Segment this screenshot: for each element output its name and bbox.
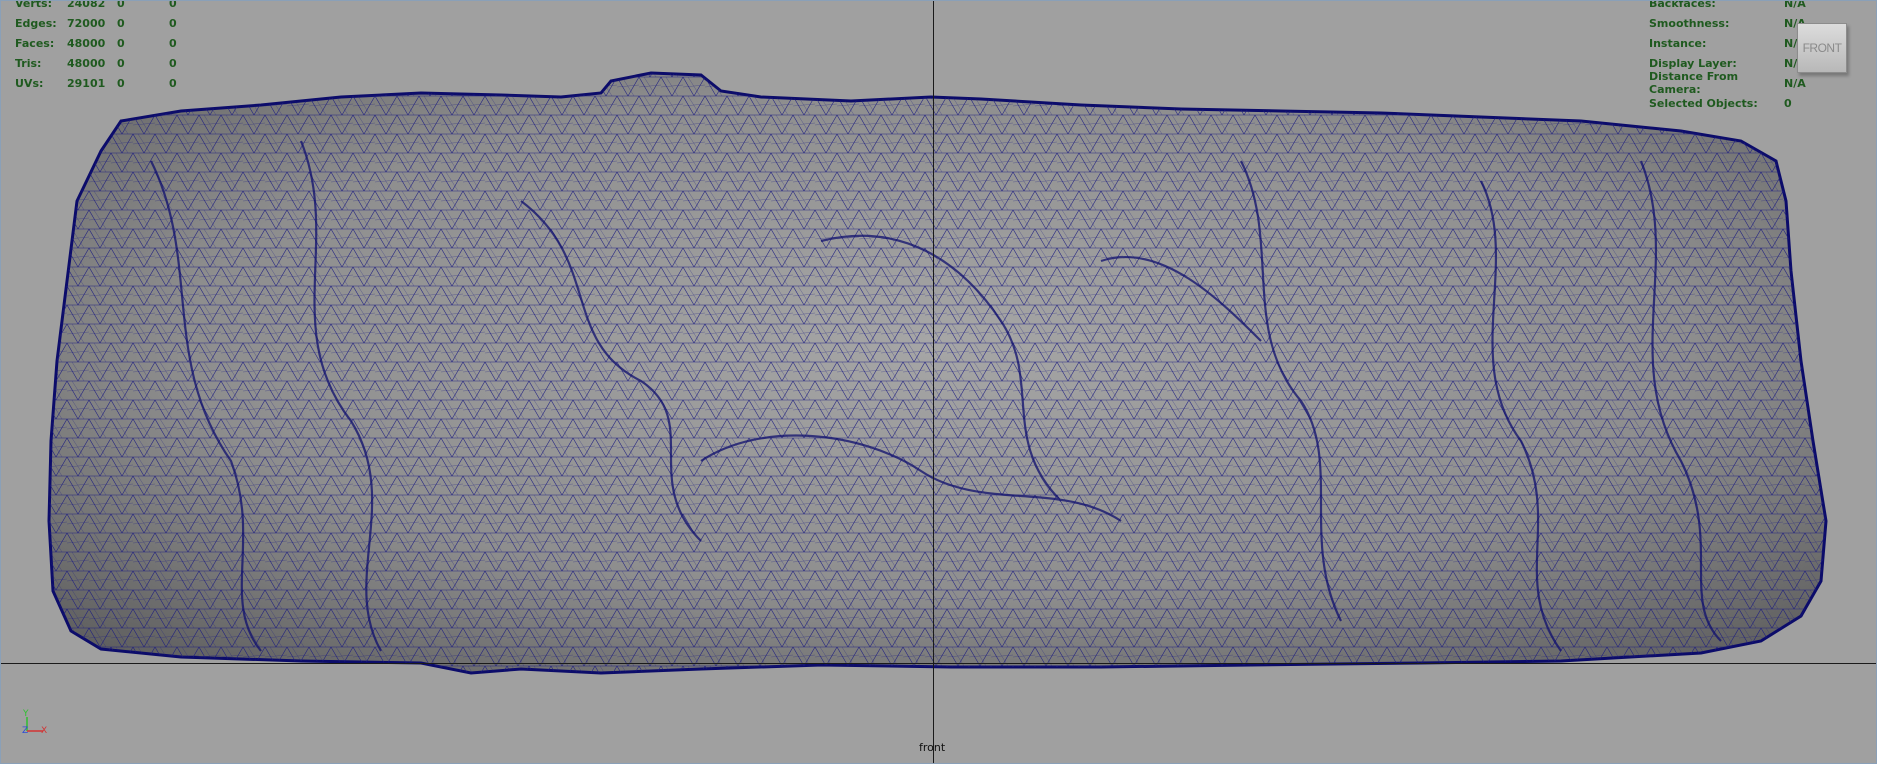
axis-gizmo: Y Z X (22, 709, 47, 736)
hud-value: 0 (169, 36, 177, 50)
gizmo-z-label: Z (22, 726, 28, 736)
hud-row-uvs: UVs: 29101 0 0 (15, 73, 189, 93)
hud-value: 0 (169, 16, 177, 30)
grid-axis-vertical (933, 1, 934, 763)
hud-label: Instance: (1649, 36, 1707, 50)
poly-count-hud: Verts: 24082 0 0 Edges: 72000 0 0 Faces:… (15, 0, 189, 93)
hud-label: Edges: (15, 16, 57, 30)
hud-value: 0 (117, 36, 125, 50)
hud-label: Smoothness: (1649, 16, 1730, 30)
hud-label: Selected Objects: (1649, 96, 1758, 110)
hud-label: Display Layer: (1649, 56, 1737, 70)
hud-value: 29101 (67, 76, 106, 90)
hud-label: Backfaces: (1649, 0, 1716, 10)
hud-value: 0 (117, 0, 125, 10)
hud-value: N/A (1784, 0, 1806, 10)
hud-label: UVs: (15, 76, 44, 90)
hud-value: 48000 (67, 36, 106, 50)
hud-value: 0 (1784, 96, 1792, 110)
viewcube-front[interactable]: FRONT (1797, 23, 1847, 73)
viewport-front[interactable]: Verts: 24082 0 0 Edges: 72000 0 0 Faces:… (0, 0, 1877, 764)
grid-axis-horizontal (1, 663, 1876, 664)
hud-row-smoothness: Smoothness: N/A (1649, 13, 1806, 33)
mesh-wireframe[interactable] (1, 1, 1877, 764)
gizmo-y-label: Y (22, 709, 29, 719)
hud-value: 0 (169, 0, 177, 10)
hud-row-distance-from-camera: Distance From Camera: N/A (1649, 70, 1806, 96)
hud-label: Tris: (15, 56, 42, 70)
hud-row-verts: Verts: 24082 0 0 (15, 0, 189, 13)
hud-label: Distance From Camera: (1649, 70, 1739, 96)
hud-row-instance: Instance: N/A (1649, 33, 1806, 53)
viewcube-label: FRONT (1802, 41, 1842, 55)
hud-row-backfaces: Backfaces: N/A (1649, 0, 1806, 13)
hud-row-tris: Tris: 48000 0 0 (15, 53, 189, 73)
hud-row-edges: Edges: 72000 0 0 (15, 13, 189, 33)
hud-label: Verts: (15, 0, 53, 10)
hud-value: 0 (169, 56, 177, 70)
gizmo-x-label: X (41, 726, 47, 736)
hud-value: 48000 (67, 56, 106, 70)
hud-value: 0 (117, 76, 125, 90)
object-details-hud: Backfaces: N/A Smoothness: N/A Instance:… (1649, 0, 1806, 113)
hud-row-faces: Faces: 48000 0 0 (15, 33, 189, 53)
hud-row-selected-objects: Selected Objects: 0 (1649, 93, 1806, 113)
hud-value: 24082 (67, 0, 106, 10)
hud-value: 0 (117, 56, 125, 70)
camera-name-label: front (919, 741, 946, 754)
hud-value: 0 (169, 76, 177, 90)
hud-value: 72000 (67, 16, 106, 30)
hud-value: 0 (117, 16, 125, 30)
hud-value: N/A (1784, 76, 1806, 90)
hud-label: Faces: (15, 36, 55, 50)
